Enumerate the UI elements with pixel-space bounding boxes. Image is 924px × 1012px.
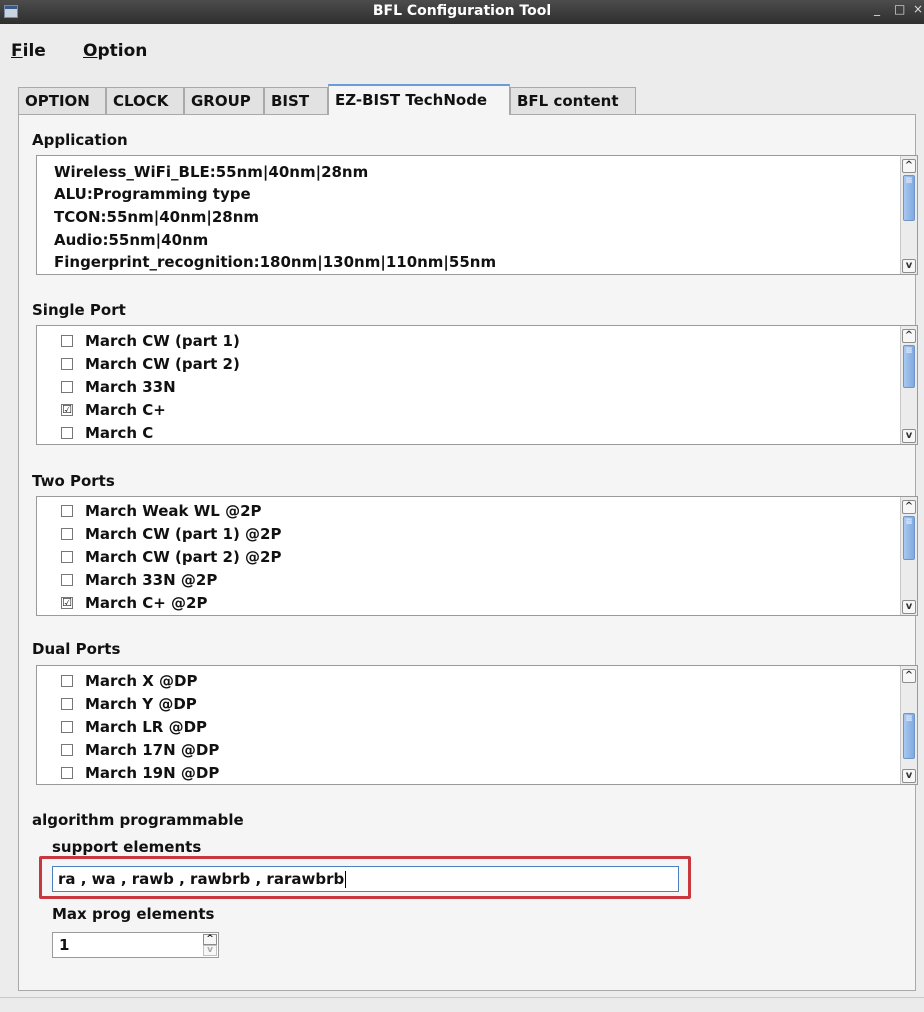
menu-option-label: ption bbox=[97, 41, 148, 61]
list-item-label: March CW (part 2) bbox=[85, 355, 240, 373]
list-item[interactable]: Fingerprint_recognition:180nm|130nm|110n… bbox=[54, 253, 496, 271]
list-item-label: March X @DP bbox=[85, 672, 198, 690]
window-title-bar[interactable]: BFL Configuration Tool _ □ × bbox=[0, 0, 924, 24]
list-item-label: March 17N @DP bbox=[85, 741, 220, 759]
list-item-label: March Weak WL @2P bbox=[85, 502, 262, 520]
checkbox[interactable] bbox=[61, 744, 73, 756]
checkbox[interactable] bbox=[61, 698, 73, 710]
menu-file-label: ile bbox=[22, 41, 46, 61]
menu-file-mnemonic: F bbox=[11, 41, 23, 61]
checkbox[interactable] bbox=[61, 574, 73, 586]
checkbox[interactable] bbox=[61, 767, 73, 779]
menu-option[interactable]: Option bbox=[83, 41, 147, 61]
scroll-thumb[interactable]: ≡ bbox=[903, 713, 915, 759]
chevron-down-icon[interactable]: v bbox=[902, 600, 916, 614]
list-item-label: March C+ @2P bbox=[85, 594, 208, 612]
tab-bfl-content[interactable]: BFL content bbox=[510, 87, 636, 114]
single-port-label: Single Port bbox=[32, 301, 126, 319]
chevron-down-icon[interactable]: v bbox=[902, 259, 916, 273]
chevron-down-icon[interactable]: v bbox=[902, 429, 916, 443]
tab-group[interactable]: GROUP bbox=[184, 87, 264, 114]
list-item-label: March LR @DP bbox=[85, 718, 208, 736]
window-title: BFL Configuration Tool bbox=[372, 3, 552, 19]
two-ports-scrollbar[interactable]: ^ ≡ v bbox=[900, 497, 917, 615]
checkbox[interactable] bbox=[61, 528, 73, 540]
max-prog-elements-spinbox[interactable]: 1 ^ v bbox=[52, 932, 219, 958]
chevron-up-icon[interactable]: ^ bbox=[902, 159, 916, 173]
checkbox[interactable] bbox=[61, 551, 73, 563]
scroll-thumb[interactable]: ≡ bbox=[903, 175, 915, 221]
application-list[interactable]: Wireless_WiFi_BLE:55nm|40nm|28nm ALU:Pro… bbox=[36, 155, 918, 275]
chevron-up-icon[interactable]: ^ bbox=[902, 329, 916, 343]
dual-ports-list[interactable]: March X @DP March Y @DP March LR @DP Mar… bbox=[36, 665, 918, 785]
max-prog-elements-label: Max prog elements bbox=[52, 905, 215, 923]
menu-option-mnemonic: O bbox=[83, 41, 98, 61]
support-elements-input[interactable]: ra , wa , rawb , rawbrb , rarawbrb bbox=[52, 866, 679, 892]
list-item-label: March C bbox=[85, 424, 154, 442]
menu-file[interactable]: File bbox=[11, 41, 46, 61]
application-label: Application bbox=[32, 131, 128, 149]
checkbox-checked[interactable]: ☑ bbox=[61, 597, 73, 609]
list-item-label: March CW (part 2) @2P bbox=[85, 548, 282, 566]
application-scrollbar[interactable]: ^ ≡ v bbox=[900, 156, 917, 274]
checkbox[interactable] bbox=[61, 721, 73, 733]
dual-ports-scrollbar[interactable]: ^ ≡ v bbox=[900, 666, 917, 784]
list-item[interactable]: Wireless_WiFi_BLE:55nm|40nm|28nm bbox=[54, 163, 368, 181]
list-item-label: March 33N bbox=[85, 378, 176, 396]
spin-up-icon[interactable]: ^ bbox=[203, 934, 217, 945]
checkbox-checked[interactable]: ☑ bbox=[61, 404, 73, 416]
checkbox[interactable] bbox=[61, 675, 73, 687]
close-button[interactable]: × bbox=[913, 2, 923, 16]
spin-down-icon[interactable]: v bbox=[203, 945, 217, 956]
checkbox[interactable] bbox=[61, 427, 73, 439]
list-item-label: March Y @DP bbox=[85, 695, 197, 713]
checkbox[interactable] bbox=[61, 505, 73, 517]
tab-ez-bist-technode[interactable]: EZ-BIST TechNode bbox=[328, 84, 510, 115]
list-item-label: March 33N @2P bbox=[85, 571, 218, 589]
two-ports-label: Two Ports bbox=[32, 472, 115, 490]
list-item-label: March 19N @DP bbox=[85, 764, 220, 782]
support-elements-value: ra , wa , rawb , rawbrb , rarawbrb bbox=[58, 870, 345, 888]
two-ports-list[interactable]: March Weak WL @2P March CW (part 1) @2P … bbox=[36, 496, 918, 616]
support-elements-label: support elements bbox=[52, 838, 202, 856]
single-port-scrollbar[interactable]: ^ ≡ v bbox=[900, 326, 917, 444]
tab-option[interactable]: OPTION bbox=[18, 87, 106, 114]
checkbox[interactable] bbox=[61, 358, 73, 370]
list-item[interactable]: ALU:Programming type bbox=[54, 185, 251, 203]
status-bar bbox=[0, 997, 924, 1012]
tab-clock[interactable]: CLOCK bbox=[106, 87, 184, 114]
tab-bist[interactable]: BIST bbox=[264, 87, 328, 114]
chevron-up-icon[interactable]: ^ bbox=[902, 669, 916, 683]
dual-ports-label: Dual Ports bbox=[32, 640, 121, 658]
maximize-button[interactable]: □ bbox=[894, 2, 905, 16]
checkbox[interactable] bbox=[61, 381, 73, 393]
scroll-thumb[interactable]: ≡ bbox=[903, 516, 915, 560]
chevron-down-icon[interactable]: v bbox=[902, 769, 916, 783]
single-port-list[interactable]: March CW (part 1) March CW (part 2) Marc… bbox=[36, 325, 918, 445]
list-item[interactable]: Audio:55nm|40nm bbox=[54, 231, 208, 249]
chevron-up-icon[interactable]: ^ bbox=[902, 500, 916, 514]
list-item-label: March CW (part 1) bbox=[85, 332, 240, 350]
checkbox[interactable] bbox=[61, 335, 73, 347]
max-prog-elements-value: 1 bbox=[59, 936, 70, 954]
text-caret bbox=[345, 871, 347, 888]
scroll-thumb[interactable]: ≡ bbox=[903, 345, 915, 388]
algorithm-programmable-label: algorithm programmable bbox=[32, 811, 244, 829]
list-item[interactable]: TCON:55nm|40nm|28nm bbox=[54, 208, 259, 226]
list-item-label: March CW (part 1) @2P bbox=[85, 525, 282, 543]
minimize-button[interactable]: _ bbox=[874, 2, 880, 16]
list-item-label: March C+ bbox=[85, 401, 166, 419]
